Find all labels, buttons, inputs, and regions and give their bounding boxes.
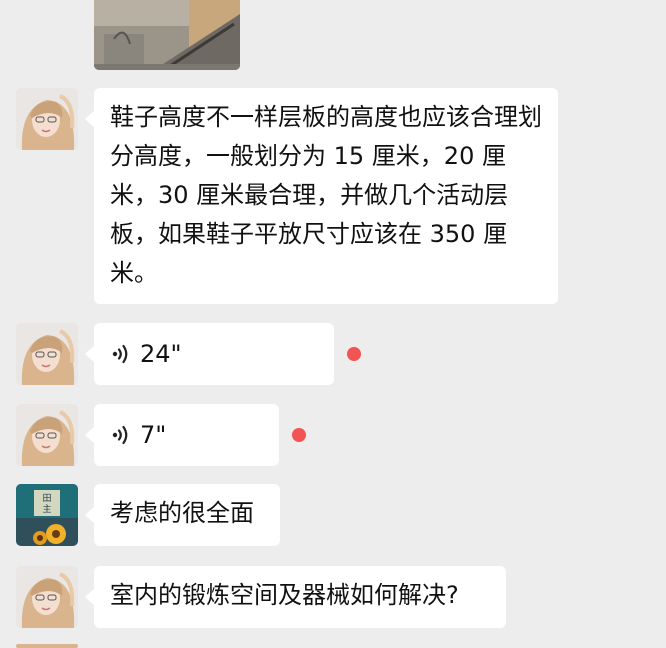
- message-text: 鞋子高度不一样层板的高度也应该合理划分高度，一般划分为 15 厘米，20 厘米，…: [110, 103, 542, 287]
- avatar-partial: [16, 644, 78, 648]
- avatar[interactable]: [16, 88, 78, 150]
- avatar[interactable]: [16, 566, 78, 628]
- user-avatar-photo: [16, 88, 78, 150]
- user-avatar-photo: [16, 404, 78, 466]
- voice-duration: 24": [140, 339, 182, 368]
- avatar[interactable]: [16, 323, 78, 385]
- photo-thumbnail: [94, 0, 240, 70]
- voice-wave-icon: [112, 344, 128, 364]
- user-avatar-book-cover: 田 主: [16, 484, 78, 546]
- image-message[interactable]: [94, 0, 240, 70]
- user-avatar-photo: [16, 566, 78, 628]
- svg-text:主: 主: [42, 503, 51, 515]
- voice-message-bubble[interactable]: 7": [85, 404, 279, 466]
- voice-message-bubble[interactable]: 24": [85, 323, 334, 385]
- user-avatar-photo: [16, 323, 78, 385]
- message-bubble[interactable]: 考虑的很全面: [85, 484, 280, 546]
- unread-dot: [347, 347, 361, 361]
- voice-duration: 7": [140, 420, 167, 449]
- unread-dot: [292, 428, 306, 442]
- message-bubble[interactable]: 室内的锻炼空间及器械如何解决?: [85, 566, 506, 628]
- avatar[interactable]: [16, 404, 78, 466]
- avatar[interactable]: 田 主: [16, 484, 78, 546]
- chat-message-list: 鞋子高度不一样层板的高度也应该合理划分高度，一般划分为 15 厘米，20 厘米，…: [0, 0, 666, 648]
- message-text: 考虑的很全面: [110, 499, 254, 527]
- svg-text:田: 田: [42, 493, 51, 504]
- message-text: 室内的锻炼空间及器械如何解决?: [110, 581, 459, 609]
- avatar[interactable]: [16, 644, 78, 648]
- voice-wave-icon: [112, 425, 128, 445]
- message-bubble[interactable]: 鞋子高度不一样层板的高度也应该合理划分高度，一般划分为 15 厘米，20 厘米，…: [85, 88, 558, 304]
